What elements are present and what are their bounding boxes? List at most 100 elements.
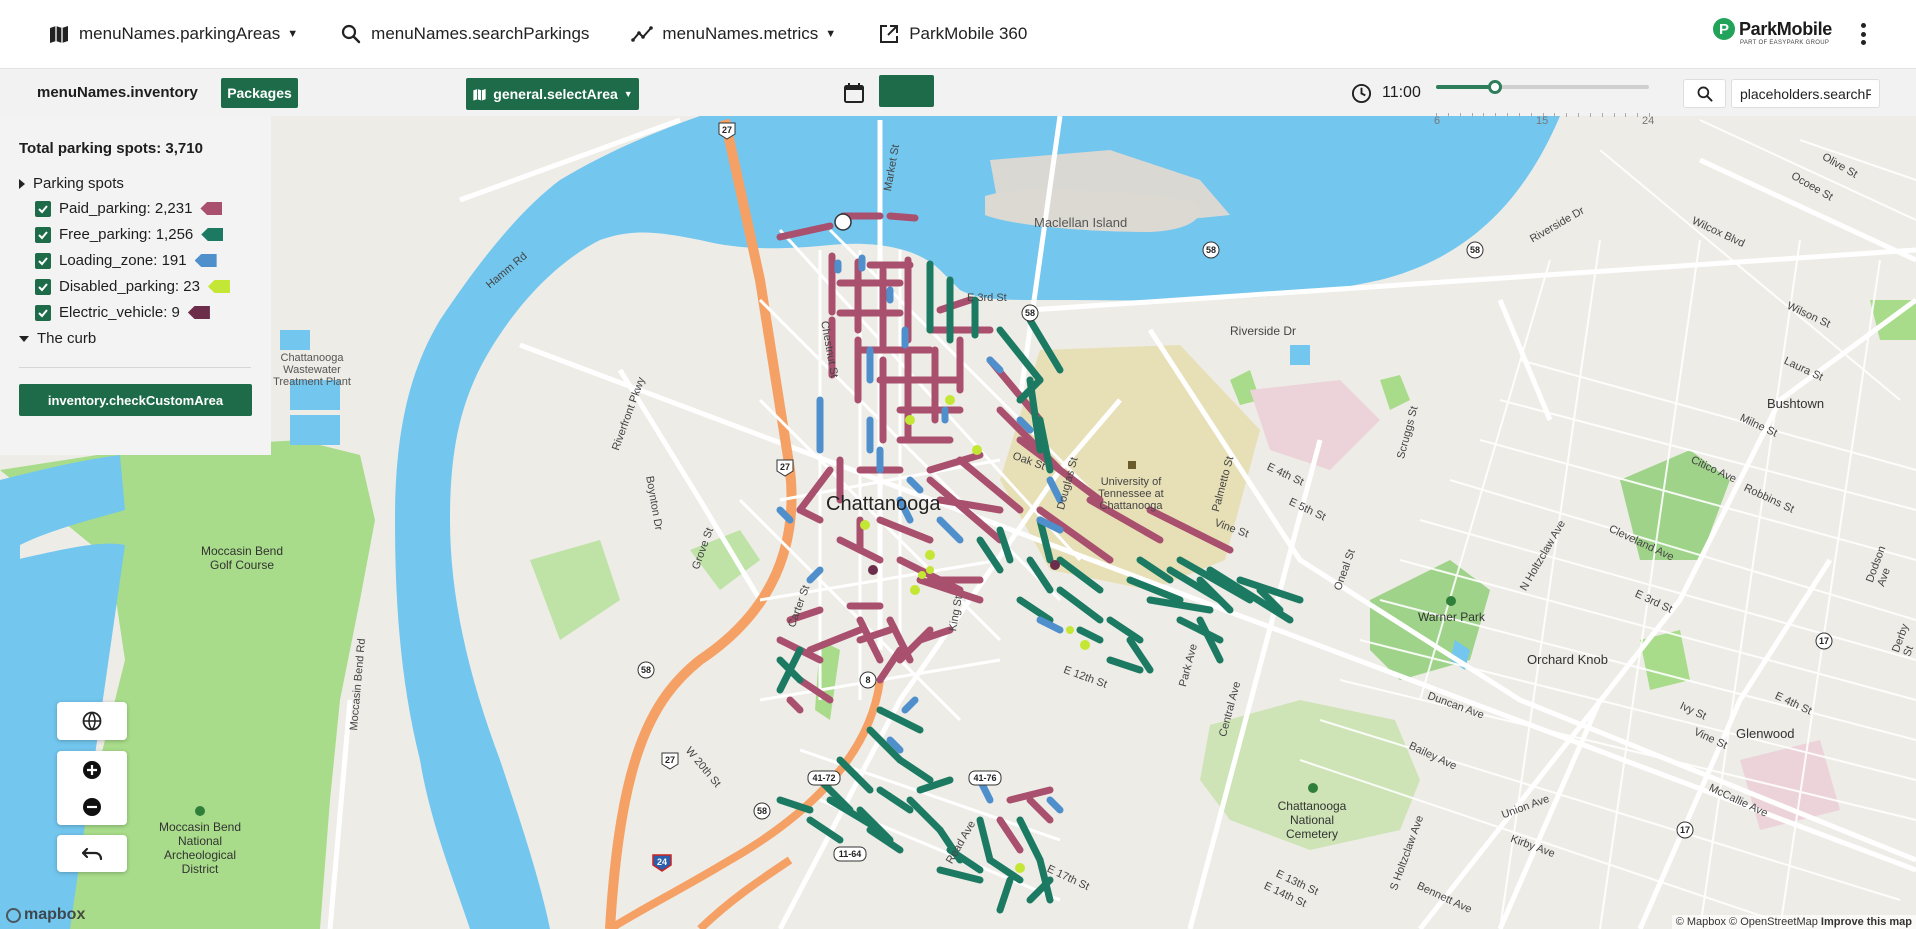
globe-icon xyxy=(82,711,102,731)
map-icon xyxy=(473,88,486,101)
parkmobile-logo: P ParkMobile PART OF EASYPARK GROUP xyxy=(1712,18,1832,46)
check-icon xyxy=(38,230,48,239)
slider-tick xyxy=(1483,113,1485,117)
clock-icon xyxy=(1351,83,1372,104)
svg-text:58: 58 xyxy=(1206,245,1216,255)
parking-spots-toggle[interactable]: Parking spots xyxy=(19,175,124,192)
inventory-panel: Total parking spots: 3,710 Parking spots… xyxy=(0,116,271,455)
undo-icon xyxy=(81,847,103,860)
downtown-grid xyxy=(738,228,1102,902)
nav-parking-areas[interactable]: menuNames.parkingAreas ▼ xyxy=(48,23,298,45)
select-area-button[interactable]: general.selectArea ▼ xyxy=(466,78,639,110)
slider-tick xyxy=(1566,113,1568,117)
check-icon xyxy=(38,204,48,213)
shield-27-top: 27 xyxy=(722,125,732,135)
caret-down-icon xyxy=(19,335,29,342)
search-icon xyxy=(342,24,361,44)
slider-tick xyxy=(1471,113,1473,117)
slider-tick xyxy=(1459,113,1461,117)
time-value: 11:00 xyxy=(1382,84,1421,101)
date-apply-button[interactable] xyxy=(879,75,934,107)
check-icon xyxy=(38,308,48,317)
checkbox-electric-vehicle[interactable] xyxy=(35,304,51,321)
svg-text:27: 27 xyxy=(665,755,675,765)
svg-text:8: 8 xyxy=(865,675,870,685)
improve-map-link[interactable]: Improve this map xyxy=(1821,916,1912,928)
top-navigation: menuNames.parkingAreas ▼ menuNames.searc… xyxy=(0,0,1916,68)
checkbox-paid-parking[interactable] xyxy=(35,200,51,217)
layer-disabled-parking[interactable]: Disabled_parking: 23 xyxy=(35,278,230,295)
undo-button[interactable] xyxy=(57,835,127,872)
slider-tick xyxy=(1578,113,1579,117)
minus-icon xyxy=(83,797,101,816)
caret-down-icon: ▼ xyxy=(623,89,633,99)
check-icon xyxy=(38,282,48,291)
slider-tick xyxy=(1447,113,1449,117)
svg-text:58: 58 xyxy=(1470,245,1480,255)
slider-tick xyxy=(1613,113,1615,117)
check-icon xyxy=(38,256,48,265)
plus-icon xyxy=(83,760,101,779)
electric-vehicle-swatch xyxy=(187,306,210,319)
slider-tick xyxy=(1601,113,1603,117)
checkbox-free-parking[interactable] xyxy=(35,226,51,243)
zoom-in-button[interactable] xyxy=(57,751,127,788)
svg-text:24: 24 xyxy=(657,857,667,867)
slider-tick xyxy=(1625,113,1627,117)
slider-tick xyxy=(1554,113,1556,117)
paid-parking-swatch xyxy=(200,202,223,215)
the-curb-toggle[interactable]: The curb xyxy=(19,330,96,347)
search-icon xyxy=(1697,86,1713,102)
inventory-toolbar: menuNames.inventory Packages general.sel… xyxy=(0,68,1916,127)
parkmobile-p-icon: P xyxy=(1712,18,1735,40)
time-slider-fill xyxy=(1436,85,1496,89)
checkbox-loading-zone[interactable] xyxy=(35,252,51,269)
panel-divider xyxy=(19,367,251,368)
check-custom-area-button[interactable]: inventory.checkCustomArea xyxy=(19,384,252,416)
checkbox-disabled-parking[interactable] xyxy=(35,278,51,295)
svg-text:17: 17 xyxy=(1819,636,1829,646)
svg-text:41-76: 41-76 xyxy=(973,773,996,783)
slider-tick xyxy=(1507,113,1508,117)
svg-text:41-72: 41-72 xyxy=(812,773,835,783)
free-parking-swatch xyxy=(201,228,224,241)
layer-free-parking[interactable]: Free_parking: 1,256 xyxy=(35,226,224,243)
map-attribution: © Mapbox © OpenStreetMap Improve this ma… xyxy=(1671,915,1916,929)
zoom-out-button[interactable] xyxy=(57,788,127,825)
disabled-parking-swatch xyxy=(207,280,230,293)
total-parking-spots: Total parking spots: 3,710 xyxy=(19,140,203,157)
svg-text:58: 58 xyxy=(1025,308,1035,318)
nav-parkmobile-360[interactable]: ParkMobile 360 xyxy=(878,23,1027,45)
tick-label-max: 24 xyxy=(1642,115,1655,127)
caret-down-icon: ▼ xyxy=(825,28,837,40)
mapbox-logo: mapbox xyxy=(6,906,85,924)
caret-down-icon: ▼ xyxy=(287,28,299,40)
time-slider-thumb[interactable] xyxy=(1488,80,1503,94)
time-slider[interactable]: 6 15 24 xyxy=(1434,80,1654,127)
search-input[interactable] xyxy=(1731,79,1880,108)
map-canvas[interactable]: 27 27 27 58 58 58 58 58 8 17 17 41-72 41… xyxy=(0,116,1916,929)
layer-loading-zone[interactable]: Loading_zone: 191 xyxy=(35,252,217,269)
nav-metrics[interactable]: menuNames.metrics ▼ xyxy=(631,23,836,45)
external-link-icon xyxy=(880,25,899,43)
nav-search-parkings[interactable]: menuNames.searchParkings xyxy=(340,23,589,45)
slider-tick xyxy=(1530,113,1532,117)
svg-text:11-64: 11-64 xyxy=(839,849,862,859)
layer-electric-vehicle[interactable]: Electric_vehicle: 9 xyxy=(35,304,210,321)
search-button[interactable] xyxy=(1683,79,1726,108)
calendar-icon[interactable] xyxy=(843,82,865,104)
caret-right-icon xyxy=(19,178,25,189)
layer-paid-parking[interactable]: Paid_parking: 2,231 xyxy=(35,200,223,217)
packages-button[interactable]: Packages xyxy=(221,78,298,108)
svg-text:27: 27 xyxy=(780,462,790,472)
slider-tick xyxy=(1495,113,1497,117)
svg-text:58: 58 xyxy=(641,665,651,675)
loading-zone-swatch xyxy=(194,254,217,267)
svg-text:17: 17 xyxy=(1680,825,1690,835)
more-menu-icon[interactable] xyxy=(1860,23,1866,45)
globe-button[interactable] xyxy=(57,702,127,740)
svg-text:58: 58 xyxy=(757,806,767,816)
slider-tick xyxy=(1637,113,1639,117)
slider-tick xyxy=(1589,113,1591,117)
zoom-control xyxy=(57,751,127,825)
